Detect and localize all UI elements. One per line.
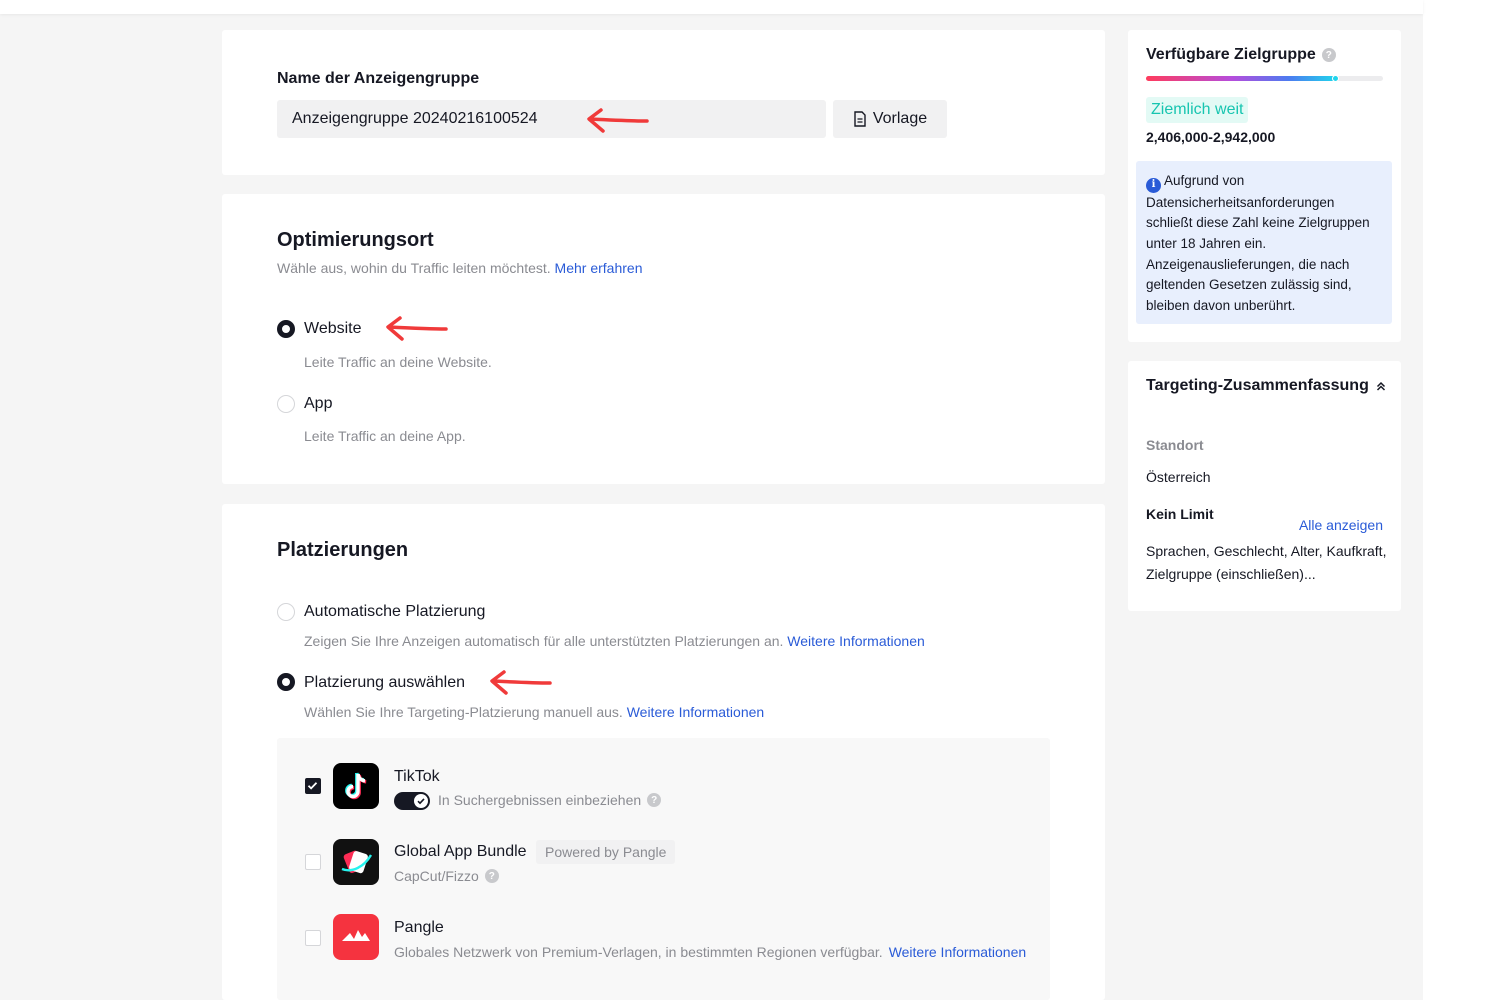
toggle-check-icon [417,798,425,805]
audience-title: Verfügbare Zielgruppe ? [1146,46,1336,64]
help-icon[interactable]: ? [1321,48,1336,62]
show-all-link[interactable]: Alle anzeigen [1299,517,1383,533]
radio-select-placement[interactable] [277,673,295,691]
location-value: Österreich [1146,469,1211,485]
option-automatic-placement-description: Zeigen Sie Ihre Anzeigen automatisch für… [304,633,925,649]
double-chevron-up-icon[interactable] [1375,380,1387,392]
radio-app[interactable] [277,395,295,413]
radio-website[interactable] [277,320,295,338]
option-automatic-placement-label[interactable]: Automatische Platzierung [304,603,485,621]
document-icon [854,111,866,127]
checkbox-tiktok[interactable] [305,778,321,794]
platform-list: TikTok In Suchergebnissen einbeziehen ? … [277,738,1050,1000]
option-select-placement-description: Wählen Sie Ihre Targeting-Platzierung ma… [304,704,765,720]
help-icon[interactable]: ? [647,793,662,807]
annotation-arrow-icon [386,316,448,341]
checkbox-pangle[interactable] [305,930,321,946]
optimization-subtitle: Wähle aus, wohin du Traffic leiten möcht… [277,260,643,276]
search-results-toggle[interactable] [394,792,430,810]
pangle-more-link[interactable]: Weitere Informationen [889,944,1026,960]
available-audience-card: Verfügbare Zielgruppe ? Ziemlich weit 2,… [1128,30,1401,342]
select-placement-more-link[interactable]: Weitere Informationen [627,704,764,720]
search-results-label: In Suchergebnissen einbeziehen ? [438,792,662,808]
audience-size-fill [1146,76,1336,81]
option-select-placement-label[interactable]: Platzierung auswählen [304,674,465,692]
option-website-description: Leite Traffic an deine Website. [304,354,492,370]
pangle-logo-icon [333,914,379,960]
template-button-label: Vorlage [872,110,928,127]
help-icon[interactable]: ? [484,869,499,883]
checkmark-icon [307,782,318,790]
powered-by-pangle-badge: Powered by Pangle [536,840,676,864]
placements-title: Platzierungen [277,539,409,561]
option-website-label[interactable]: Website [304,320,362,338]
info-icon: i [1146,177,1161,193]
data-security-info: i Aufgrund von Datensicherheitsanforderun… [1136,161,1392,324]
audience-range: 2,406,000-2,942,000 [1146,129,1276,145]
targeting-summary-title[interactable]: Targeting-Zusammenfassung [1146,377,1387,395]
global-app-bundle-sub: CapCut/Fizzo ? [394,868,499,884]
ad-group-name-label: Name der Anzeigengruppe [277,70,480,87]
annotation-arrow-icon [587,108,649,133]
audience-breadth-badge: Ziemlich weit [1146,97,1249,123]
learn-more-link[interactable]: Mehr erfahren [555,260,643,276]
ad-group-name-card: Name der Anzeigengruppe Vorlage [222,30,1105,175]
checkbox-global-app-bundle[interactable] [305,854,321,870]
annotation-arrow-icon [490,670,552,695]
global-app-bundle-icon [333,839,379,885]
option-app-label[interactable]: App [304,395,332,413]
targeting-summary-card: Targeting-Zusammenfassung Standort Öster… [1128,361,1401,611]
radio-automatic-placement[interactable] [277,603,295,621]
tiktok-logo-icon [333,763,379,809]
pangle-description: Globales Netzwerk von Premium-Verlagen, … [394,944,1027,960]
data-security-info-text: Aufgrund von Datensicherheitsanforderung… [1146,173,1370,313]
platform-tiktok-name: TikTok [394,768,440,785]
optimization-title: Optimierungsort [277,229,434,251]
top-bar [0,0,1423,14]
automatic-placement-more-link[interactable]: Weitere Informationen [787,633,924,649]
optimization-location-card: Optimierungsort Wähle aus, wohin du Traf… [222,194,1105,484]
placements-card: Platzierungen Automatische Platzierung Z… [222,504,1105,1000]
audience-size-meter [1146,75,1383,82]
template-button[interactable]: Vorlage [833,100,947,138]
ad-group-name-input[interactable] [277,100,826,138]
option-app-description: Leite Traffic an deine App. [304,428,466,444]
platform-pangle-name: Pangle [394,919,444,936]
location-label: Standort [1146,437,1204,453]
no-limit-description: Sprachen, Geschlecht, Alter, Kaufkraft, … [1146,543,1387,582]
audience-size-indicator [1331,75,1339,82]
platform-global-app-bundle-name: Global App Bundle [394,843,527,860]
no-limit-label: Kein Limit [1146,506,1214,522]
